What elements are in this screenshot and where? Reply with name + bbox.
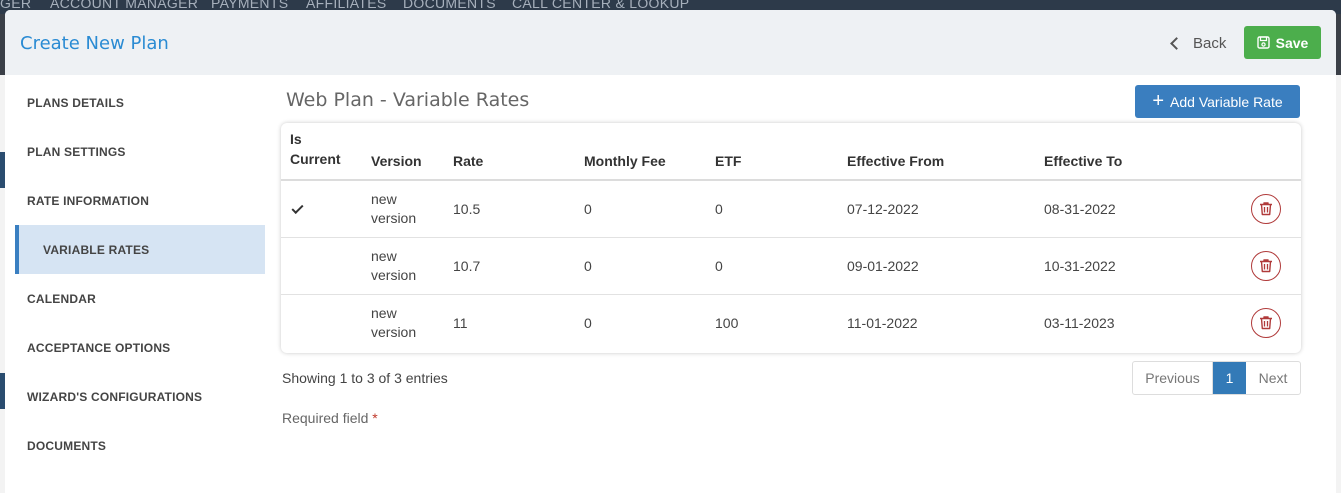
version-cell: new version [362,237,444,295]
sidebar-item-variable-rates[interactable]: VARIABLE RATES [15,225,265,274]
plus-icon: + [1152,89,1165,112]
etf-cell: 0 [706,237,838,295]
column-header-effective-to[interactable]: Effective To [1035,123,1238,181]
variable-rates-table: Is Current Version Rate Monthly Fee ETF … [281,123,1301,351]
variable-rates-table-card: Is Current Version Rate Monthly Fee ETF … [281,123,1301,353]
column-header-monthly-fee[interactable]: Monthly Fee [575,123,706,181]
modal-header: Create New Plan Back Save [5,10,1336,75]
etf-cell: 0 [706,180,838,238]
version-cell: new version [362,180,444,238]
etf-cell: 100 [715,314,739,331]
rate-cell: 10.5 [444,180,575,238]
effective-to-cell: 03-11-2023 [1044,314,1115,331]
floppy-disk-icon [1256,36,1270,49]
save-button[interactable]: Save [1244,26,1321,59]
pagination-previous[interactable]: Previous [1133,362,1213,394]
sidebar-item-label: VARIABLE RATES [43,242,150,257]
chevron-left-icon [1170,36,1183,50]
is-current-cell [281,180,362,238]
pagination: Previous 1 Next [1132,361,1301,395]
sidebar-item-label: ACCEPTANCE OPTIONS [27,340,171,355]
column-header-rate[interactable]: Rate [444,123,575,181]
effective-from-cell: 09-01-2022 [838,237,1035,295]
effective-to-cell: 10-31-2022 [1035,237,1238,295]
trash-icon [1260,316,1272,330]
is-current-cell [281,294,362,351]
table-header-row: Is Current Version Rate Monthly Fee ETF … [281,123,1301,181]
actions-cell [1238,237,1301,295]
sidebar-item-calendar[interactable]: CALENDAR [15,274,265,323]
monthly-fee-cell: 0 [575,180,706,238]
required-field-note: Required field * [282,410,378,426]
section-title: Web Plan - Variable Rates [286,89,530,111]
add-variable-rate-button[interactable]: + Add Variable Rate [1135,85,1300,118]
rate-cell: 10.7 [444,237,575,295]
sidebar-item-label: CALENDAR [27,291,96,306]
effective-to-cell: 08-31-2022 [1035,180,1238,238]
checkmark-icon [291,201,304,214]
sidebar-item-label: PLAN SETTINGS [27,144,126,159]
save-label: Save [1275,34,1309,51]
trash-icon [1260,202,1272,216]
sidebar-item-plan-settings[interactable]: PLAN SETTINGS [15,127,265,176]
back-button[interactable]: Back [1169,32,1226,54]
required-field-text: Required field [282,410,369,426]
sidebar-item-label: WIZARD'S CONFIGURATIONS [27,389,203,404]
actions-cell [1238,294,1301,351]
column-header-etf[interactable]: ETF [706,123,838,181]
sidebar-item-label: RATE INFORMATION [27,193,150,208]
sidebar-item-label: DOCUMENTS [27,438,107,453]
sidebar-item-plans-details[interactable]: PLANS DETAILS [15,78,265,127]
delete-rate-button[interactable] [1251,307,1281,338]
delete-rate-button[interactable] [1251,193,1281,224]
column-header-actions [1238,123,1301,181]
back-label: Back [1193,34,1227,52]
sidebar-item-documents[interactable]: DOCUMENTS [15,421,265,470]
table-info: Showing 1 to 3 of 3 entries [282,370,448,386]
plan-sections-sidebar: PLANS DETAILS PLAN SETTINGS RATE INFORMA… [15,78,265,470]
table-row: new version 11 0 100 11-01-2022 03-11-2023 [281,294,1301,351]
pagination-next[interactable]: Next [1246,362,1300,394]
sidebar-item-wizards-configurations[interactable]: WIZARD'S CONFIGURATIONS [15,372,265,421]
effective-from-cell: 11-01-2022 [847,314,918,331]
monthly-fee-cell: 0 [584,314,592,331]
actions-cell [1238,180,1301,238]
modal-title: Create New Plan [20,33,169,54]
background-edge-right [1336,75,1341,493]
column-header-version[interactable]: Version [362,123,444,181]
version-cell: new version [371,304,417,340]
column-header-effective-from[interactable]: Effective From [838,123,1035,181]
rate-cell: 11 [453,314,468,331]
pagination-page-1[interactable]: 1 [1213,362,1246,394]
table-row: new version 10.5 0 0 07-12-2022 08-31-2022 [281,180,1301,238]
sidebar-item-rate-information[interactable]: RATE INFORMATION [15,176,265,225]
add-variable-rate-label: Add Variable Rate [1170,93,1283,110]
is-current-cell [281,237,362,295]
delete-rate-button[interactable] [1251,250,1281,281]
column-header-is-current[interactable]: Is Current [281,123,362,181]
trash-icon [1260,259,1272,273]
required-star: * [372,410,378,426]
sidebar-item-acceptance-options[interactable]: ACCEPTANCE OPTIONS [15,323,265,372]
table-row: new version 10.7 0 0 09-01-2022 10-31-2022 [281,237,1301,295]
effective-from-cell: 07-12-2022 [838,180,1035,238]
sidebar-item-label: PLANS DETAILS [27,95,125,110]
monthly-fee-cell: 0 [575,237,706,295]
